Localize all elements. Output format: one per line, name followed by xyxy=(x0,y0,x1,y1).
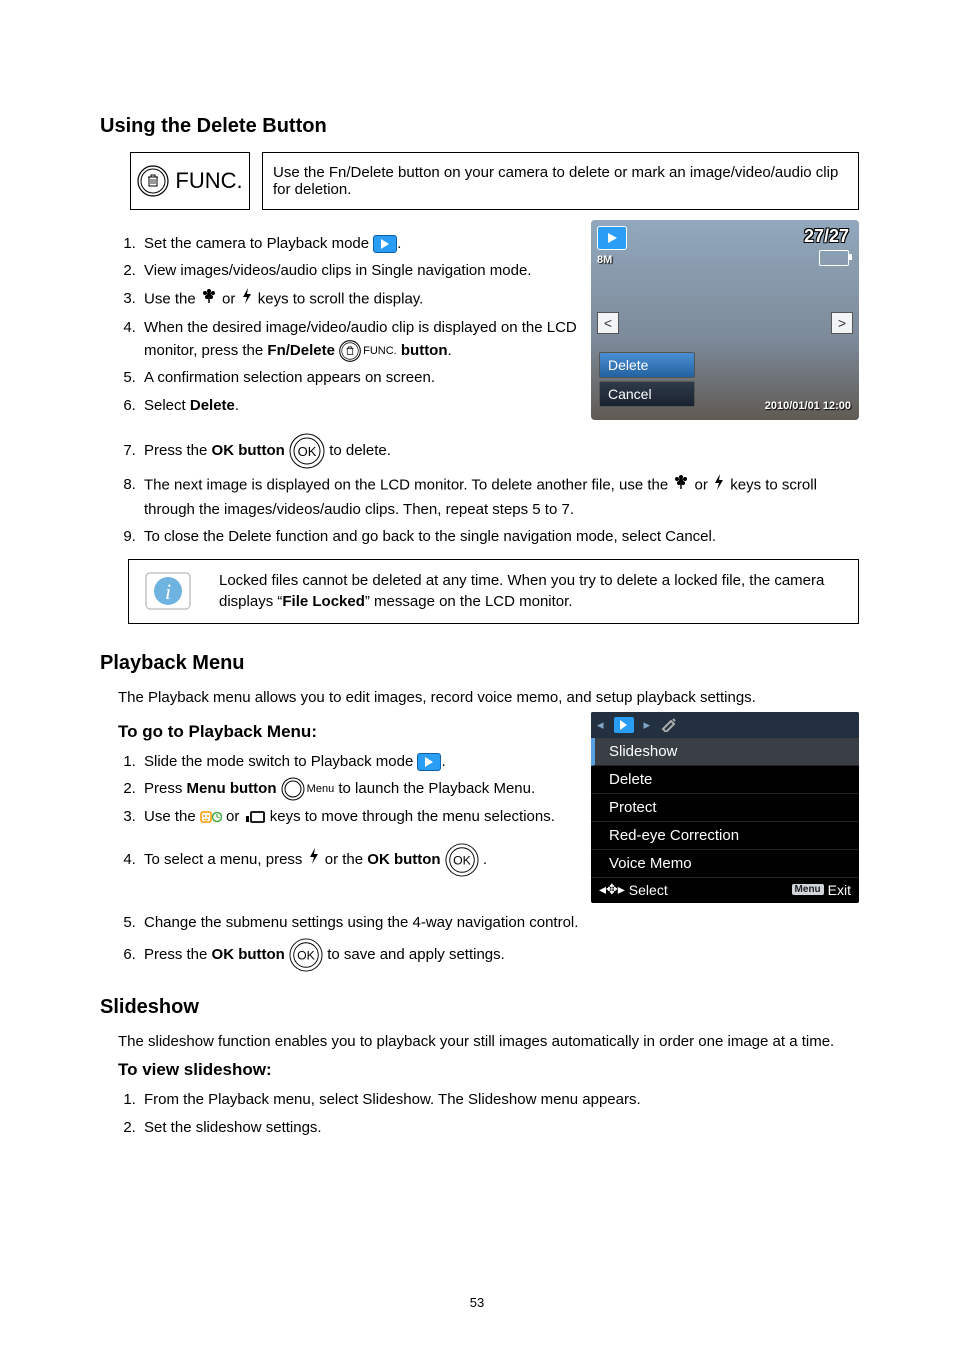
tip-text: Use the Fn/Delete button on your camera … xyxy=(262,152,859,210)
page-number: 53 xyxy=(0,1295,954,1310)
menu-item[interactable]: Delete xyxy=(591,766,859,794)
heading-playback-menu: Playback Menu xyxy=(100,652,859,675)
note-bold: File Locked xyxy=(282,593,365,610)
step-5: A confirmation selection appears on scre… xyxy=(140,366,581,389)
step-1: Set the camera to Playback mode . xyxy=(140,232,581,255)
slideshow-steps: From the Playback menu, select Slideshow… xyxy=(118,1088,859,1139)
info-icon: i xyxy=(129,560,207,624)
svg-text:OK: OK xyxy=(453,853,472,867)
sstep-2: Set the slideshow settings. xyxy=(140,1116,859,1139)
step-8: The next image is displayed on the LCD m… xyxy=(140,473,859,522)
sstep-1: From the Playback menu, select Slideshow… xyxy=(140,1088,859,1111)
page: Using the Delete Button FUNC. Use the Fn… xyxy=(0,0,954,1350)
select-label: Select xyxy=(629,882,668,898)
menu-item[interactable]: Voice Memo xyxy=(591,850,859,878)
menu-button-icon: Menu xyxy=(281,777,335,801)
ok-button-icon: OK xyxy=(445,843,479,877)
step-6: Select Delete. xyxy=(140,394,581,417)
face-timer-icon xyxy=(200,810,222,824)
fn-delete-icon: FUNC. xyxy=(339,340,397,362)
playback-menu-screenshot: ◂ ▸ Slideshow Delete Protect Red-eye Cor… xyxy=(591,712,859,903)
menu-item-delete[interactable]: Delete xyxy=(599,352,695,378)
pstep-5: Change the submenu settings using the 4-… xyxy=(140,911,859,934)
pstep-6: Press the OK button OK to save and apply… xyxy=(140,938,859,972)
pstep-1: Slide the mode switch to Playback mode . xyxy=(140,750,581,773)
menu-item-cancel[interactable]: Cancel xyxy=(599,381,695,407)
step-7: Press the OK button OK to delete. xyxy=(140,433,859,469)
svg-text:OK: OK xyxy=(297,949,316,963)
sub-go-playback: To go to Playback Menu: xyxy=(118,722,581,742)
menu-tabs: ◂ ▸ xyxy=(591,712,859,738)
battery-icon xyxy=(819,250,849,266)
delete-steps: Set the camera to Playback mode . View i… xyxy=(118,232,581,417)
playback-intro: The Playback menu allows you to edit ima… xyxy=(118,689,859,706)
playback-mode-icon xyxy=(597,226,627,250)
playback-steps-cont: Change the submenu settings using the 4-… xyxy=(118,911,859,972)
heading-slideshow: Slideshow xyxy=(100,996,859,1019)
svg-text:i: i xyxy=(165,579,171,604)
pstep-2: Press Menu button Menu to launch the Pla… xyxy=(140,777,581,801)
playback-icon xyxy=(417,753,441,771)
ok-button-icon: OK xyxy=(289,938,323,972)
trash-icon xyxy=(137,165,169,197)
menu-item[interactable]: Slideshow xyxy=(591,738,859,766)
func-tip-row: FUNC. Use the Fn/Delete button on your c… xyxy=(130,152,859,210)
locked-file-note: i Locked files cannot be deleted at any … xyxy=(128,559,859,625)
resolution-badge: 8M xyxy=(597,254,612,266)
delete-menu: Delete Cancel xyxy=(599,352,695,410)
menu-tag: Menu xyxy=(792,884,824,895)
ok-button-icon: OK xyxy=(289,433,325,469)
macro-icon xyxy=(200,288,218,311)
image-counter: 27/27 xyxy=(804,226,849,247)
nav-left-icon: < xyxy=(597,312,619,334)
delete-steps-cont: Press the OK button OK to delete. The ne… xyxy=(118,433,859,549)
func-button-illustration: FUNC. xyxy=(130,152,250,210)
step-2: View images/videos/audio clips in Single… xyxy=(140,259,581,282)
pstep-4: To select a menu, press or the OK button… xyxy=(140,843,581,877)
flash-icon xyxy=(712,473,726,498)
slideshow-intro: The slideshow function enables you to pl… xyxy=(118,1033,859,1050)
pstep-3: Use the or keys to move through the menu… xyxy=(140,805,581,828)
menu-item[interactable]: Red-eye Correction xyxy=(591,822,859,850)
menu-item[interactable]: Protect xyxy=(591,794,859,822)
note-tail: ” message on the LCD monitor. xyxy=(365,593,573,610)
playback-steps: Slide the mode switch to Playback mode .… xyxy=(118,750,581,877)
macro-icon xyxy=(672,474,690,497)
exit-label: Exit xyxy=(828,882,851,898)
timestamp: 2010/01/01 12:00 xyxy=(765,400,851,412)
heading-using-delete: Using the Delete Button xyxy=(100,115,859,138)
step-3: Use the or keys to scroll the display. xyxy=(140,287,581,312)
step-4: When the desired image/video/audio clip … xyxy=(140,316,581,363)
svg-text:OK: OK xyxy=(298,444,317,459)
lcd-screenshot-delete: 8M 27/27 < > Delete Cancel 2010/01/01 12… xyxy=(591,220,859,420)
flash-icon xyxy=(307,847,321,872)
playback-icon xyxy=(373,235,397,253)
nav-arrows-icon: ◂✥▸ xyxy=(599,881,625,898)
tab-playback-icon xyxy=(614,717,634,733)
sub-view-slideshow: To view slideshow: xyxy=(118,1060,859,1080)
flash-icon xyxy=(240,287,254,312)
display-icon xyxy=(244,810,266,824)
nav-right-icon: > xyxy=(831,312,853,334)
func-label: FUNC. xyxy=(175,168,242,194)
step-9: To close the Delete function and go back… xyxy=(140,525,859,548)
tab-setup-icon xyxy=(660,716,678,735)
